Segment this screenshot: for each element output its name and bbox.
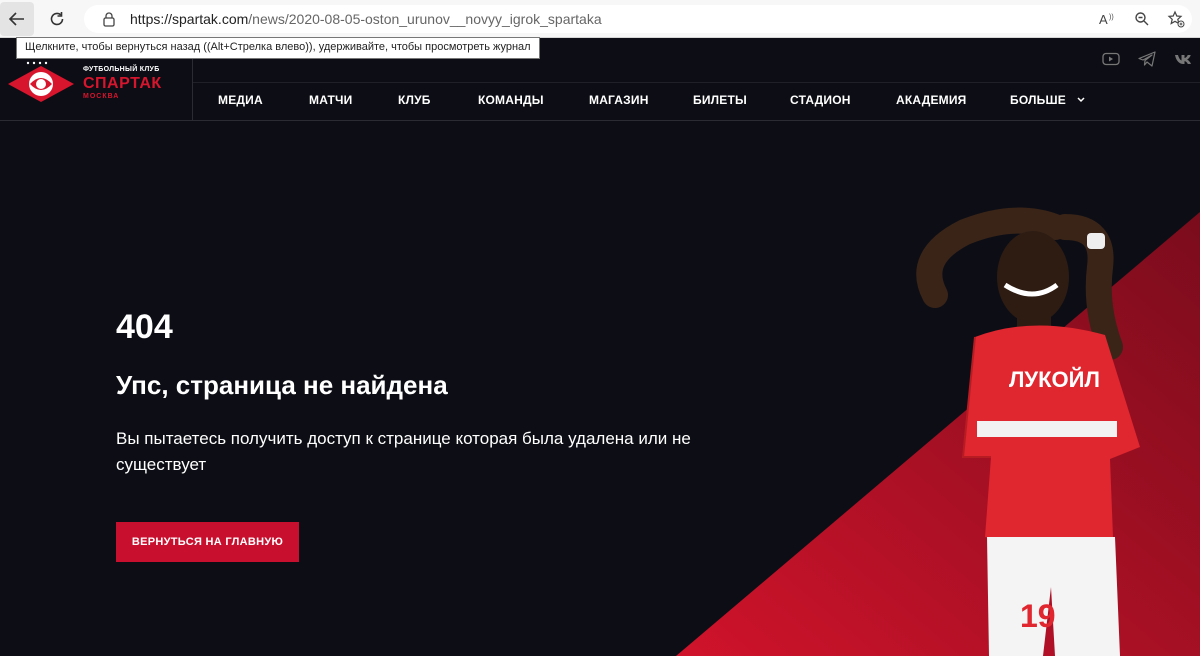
error-title: Упс, страница не найдена [116,370,448,400]
refresh-button[interactable] [40,4,74,34]
read-aloud-icon[interactable]: A)) [1098,9,1118,29]
chevron-down-icon [1076,97,1085,103]
menu-item-stadium[interactable]: СТАДИОН [790,93,851,107]
error-hero: 404 Упс, страница не найдена Вы пытаетес… [0,122,1200,656]
logo-subtitle: ФУТБОЛЬНЫЙ КЛУБ [83,66,160,73]
telegram-icon[interactable] [1138,50,1156,68]
error-code: 404 [116,308,173,346]
menu-item-matches[interactable]: МАТЧИ [309,93,352,107]
spartak-emblem-icon [8,61,74,102]
social-links [1102,50,1192,68]
menu-item-more[interactable]: БОЛЬШЕ [1010,93,1086,107]
player-photo: ЛУКОЙЛ 19 [916,207,1140,656]
youtube-icon[interactable] [1102,50,1120,68]
logo-name: СПАРТАК [83,75,162,92]
shirt-number-text: 19 [1020,598,1056,634]
menu-item-tickets[interactable]: БИЛЕТЫ [693,93,747,107]
logo-city: МОСКВА [83,93,120,100]
lock-icon[interactable] [102,11,116,27]
shirt-sponsor-text: ЛУКОЙЛ [1009,367,1100,392]
back-tooltip: Щелкните, чтобы вернуться назад ((Alt+Ст… [16,37,540,59]
refresh-icon [50,11,64,25]
url-host: https://spartak.com [130,11,249,27]
zoom-icon[interactable] [1132,9,1152,29]
back-arrow-icon [8,11,24,26]
url-text[interactable]: https://spartak.com/news/2020-08-05-osto… [130,11,602,27]
menu-item-media[interactable]: МЕДИА [218,93,263,107]
menu-item-teams[interactable]: КОМАНДЫ [478,93,544,107]
svg-text:A: A [1099,12,1108,27]
error-description: Вы пытаетесь получить доступ к странице … [116,429,691,474]
back-to-home-button[interactable]: ВЕРНУТЬСЯ НА ГЛАВНУЮ [116,522,299,562]
favorites-icon[interactable] [1166,9,1186,29]
address-bar[interactable]: https://spartak.com/news/2020-08-05-osto… [84,5,1192,33]
browser-toolbar: https://spartak.com/news/2020-08-05-osto… [0,0,1200,38]
menu-item-club[interactable]: КЛУБ [398,93,431,107]
back-button[interactable] [0,1,34,36]
svg-text:)): )) [1109,14,1114,21]
menu-item-shop[interactable]: МАГАЗИН [589,93,649,107]
main-menu: МЕДИА МАТЧИ КЛУБ КОМАНДЫ МАГАЗИН БИЛЕТЫ … [193,82,1200,116]
menu-item-academy[interactable]: АКАДЕМИЯ [896,93,967,107]
menu-item-more-label: БОЛЬШЕ [1010,93,1066,107]
vk-icon[interactable] [1174,50,1192,68]
url-path: /news/2020-08-05-oston_urunov__novyy_igr… [248,11,602,27]
